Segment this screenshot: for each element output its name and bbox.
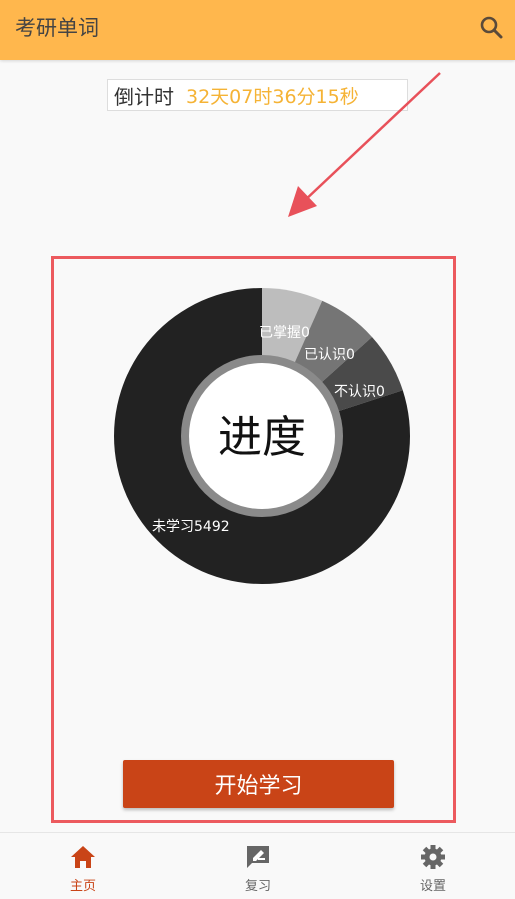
nav-label-settings: 设置	[419, 879, 446, 894]
bottom-nav: 主页 复习 设置	[0, 832, 515, 899]
segment-label-unlearned: 未学习5492	[152, 519, 230, 535]
search-icon	[480, 16, 503, 39]
home-icon	[71, 846, 95, 868]
search-button[interactable]	[476, 12, 508, 44]
gear-icon	[421, 845, 445, 869]
countdown-label: 倒计时	[114, 84, 174, 109]
nav-label-review: 复习	[244, 879, 271, 894]
start-learning-button[interactable]: 开始学习	[123, 760, 394, 808]
segment-label-unknown: 不认识0	[334, 384, 385, 400]
review-icon	[247, 846, 269, 868]
progress-donut-chart: 进度 已掌握0 已认识0 不认识0 未学习5492	[114, 288, 411, 584]
segment-label-recognized: 已认识0	[304, 347, 355, 363]
annotation-arrow	[288, 72, 441, 217]
progress-panel: 进度 已掌握0 已认识0 不认识0 未学习5492 开始学习	[51, 256, 456, 823]
progress-center-text: 进度	[218, 412, 306, 463]
nav-label-home: 主页	[69, 879, 96, 894]
nav-item-home[interactable]: 主页	[33, 833, 133, 899]
app-title: 考研单词	[15, 16, 99, 40]
app-bar: 考研单词	[0, 0, 515, 60]
nav-item-settings[interactable]: 设置	[383, 833, 483, 899]
segment-label-mastered: 已掌握0	[259, 325, 310, 341]
nav-item-review[interactable]: 复习	[208, 833, 308, 899]
